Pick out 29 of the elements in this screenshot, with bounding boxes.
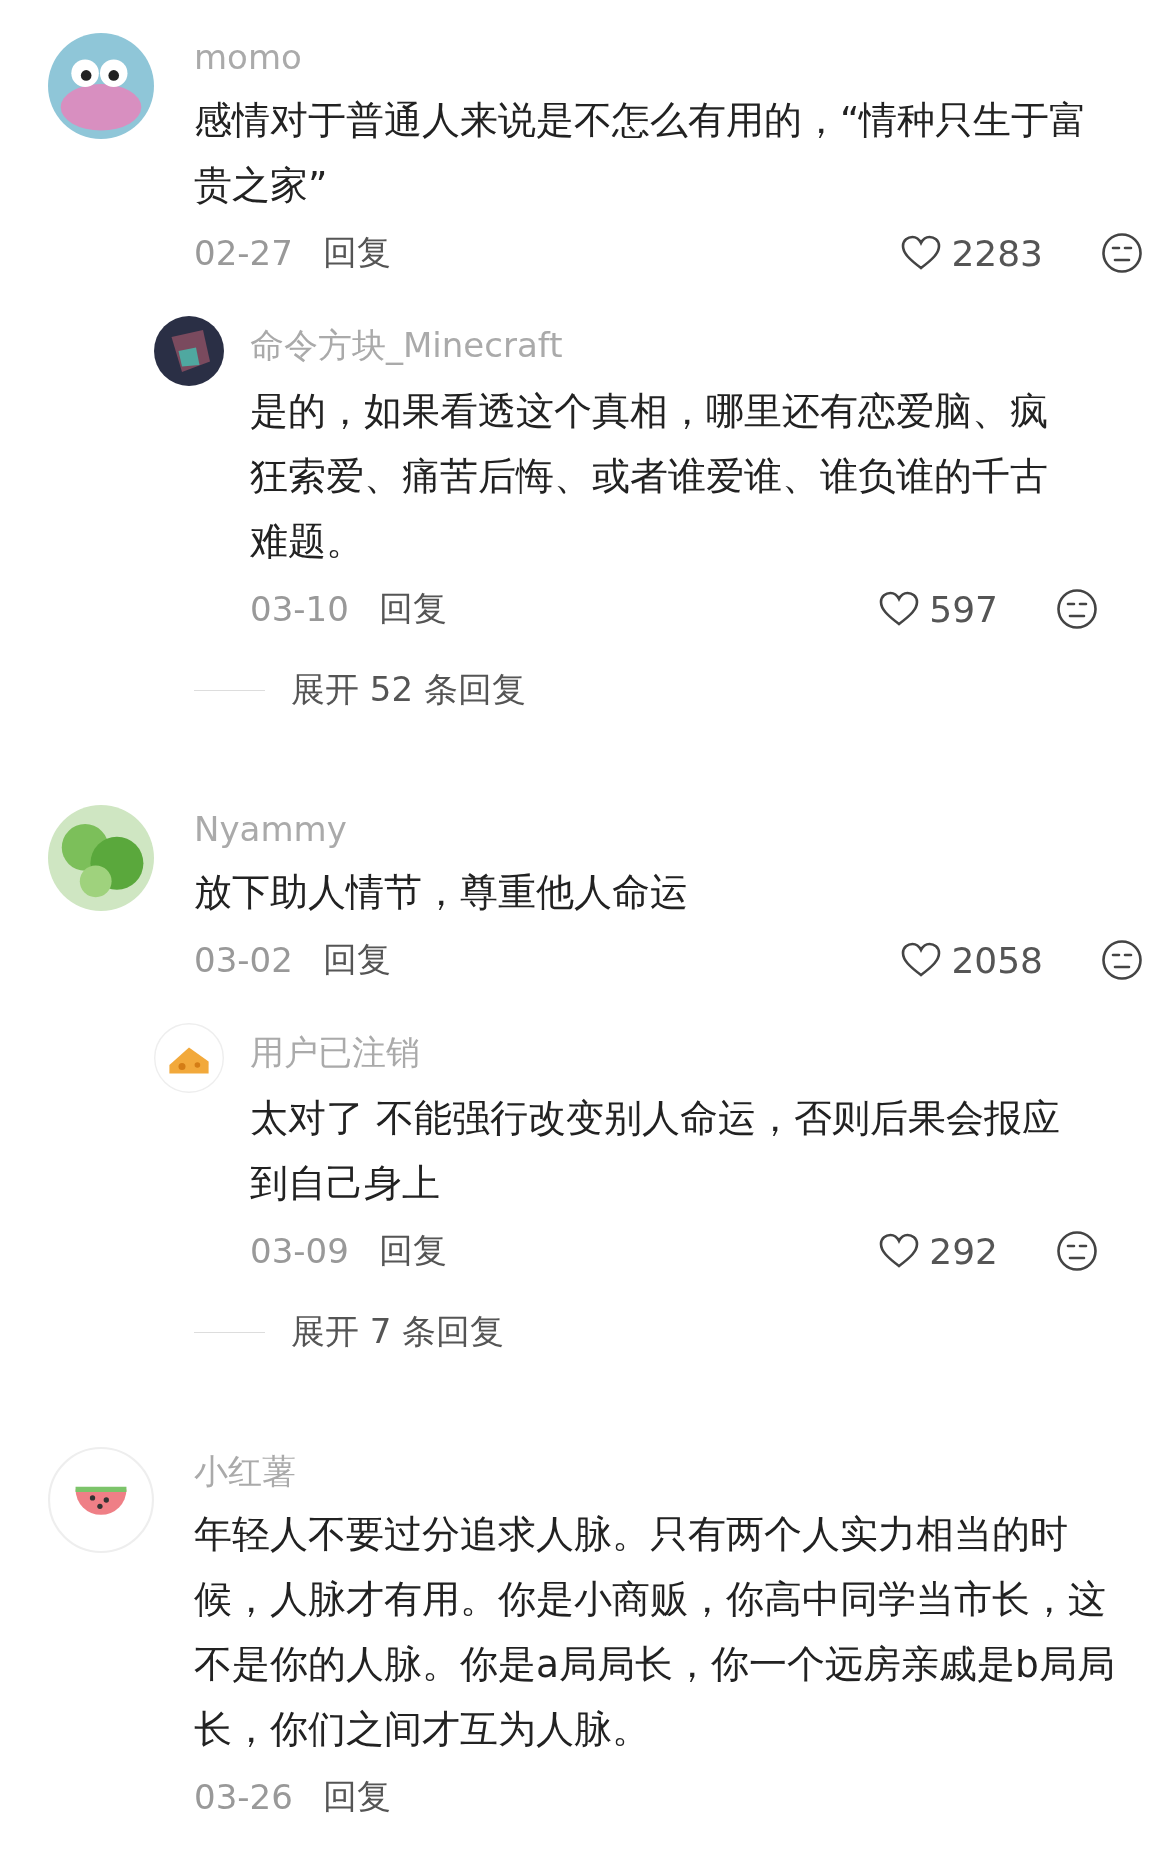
expand-replies-link[interactable]: 展开 7 条回复 [291,1309,505,1355]
comment-text: 太对了 不能强行改变别人命运，否则后果会报应到自己身上 [250,1095,1061,1207]
heart-icon[interactable] [901,235,942,271]
neutral-face-icon[interactable] [1056,1230,1098,1272]
comment-date: 02-27 [194,233,293,273]
reply-link[interactable]: 回复 [322,1774,391,1820]
neutral-face-icon[interactable] [1101,232,1143,274]
reply-link[interactable]: 回复 [322,230,391,276]
reply-link[interactable]: 回复 [322,937,391,983]
heart-icon[interactable] [901,942,942,978]
reply-link[interactable]: 回复 [378,586,447,632]
comment-date: 03-26 [194,1777,293,1817]
comment-text: 放下助人情节，尊重他人命运 [194,869,689,916]
comment-date: 03-09 [250,1231,349,1271]
neutral-face-icon[interactable] [1056,588,1098,630]
neutral-face-icon[interactable] [1101,939,1143,981]
heart-icon[interactable] [879,1233,920,1269]
comment-date: 03-02 [194,940,293,980]
like-count: 292 [929,1230,998,1272]
reply-link[interactable]: 回复 [378,1228,447,1274]
comment-text: 感情对于普通人来说是不怎么有用的，“情种只生于富贵之家” [194,97,1089,209]
like-count: 2283 [951,232,1043,274]
comment-text: 是的，如果看透这个真相，哪里还有恋爱脑、疯狂索爱、痛苦后悔、或者谁爱谁、谁负谁的千古难题。 [250,388,1049,565]
heart-icon[interactable] [879,591,920,627]
comment-date: 03-10 [250,589,349,629]
comment-text: 年轻人不要过分追求人脉。只有两个人实力相当的时候，人脉才有用。你是小商贩，你高中同学当市长，这不是你的人脉。你是a局局长，你一个远房亲戚是b局局长，你们之间才互为人脉。 [194,1511,1116,1753]
expand-replies-link[interactable]: 展开 52 条回复 [291,667,526,713]
like-count: 597 [929,588,998,630]
like-count: 2058 [951,939,1043,981]
